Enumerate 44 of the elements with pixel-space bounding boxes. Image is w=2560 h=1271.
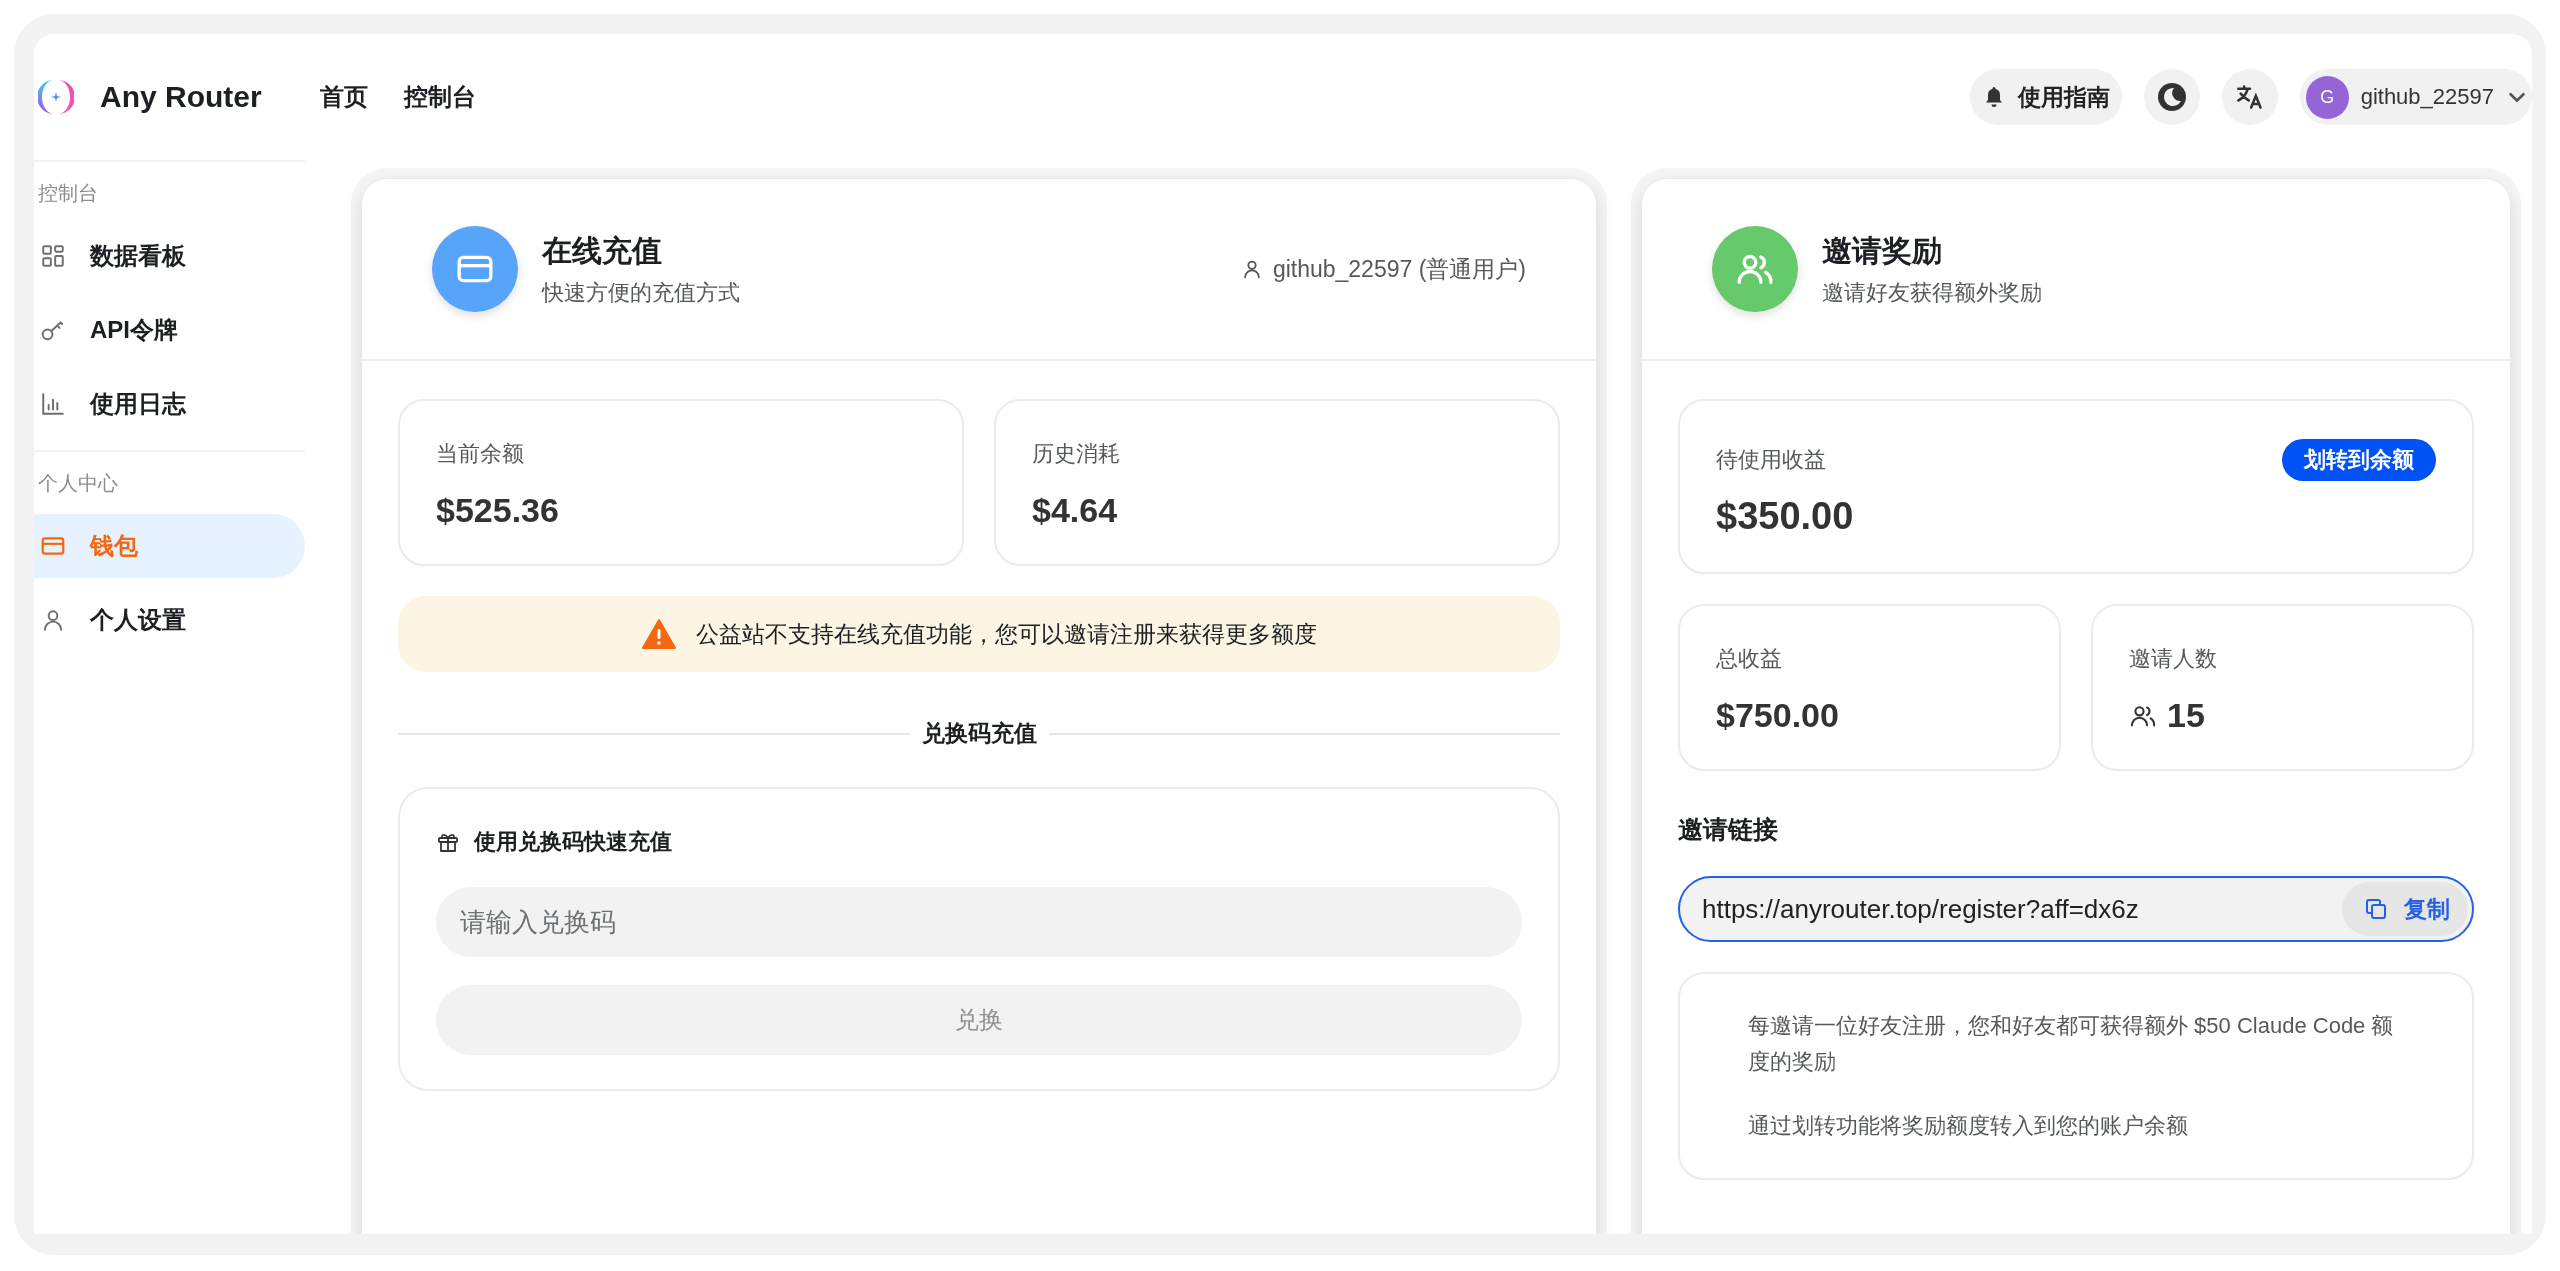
bar-chart-icon	[40, 391, 66, 417]
translate-icon	[2235, 83, 2264, 111]
nav-link[interactable]: 控制台	[403, 81, 476, 113]
grid-icon	[40, 243, 66, 269]
info-text: 通过划转功能将奖励额度转入到您的账户余额	[1748, 1112, 2189, 1140]
copy-icon	[2364, 897, 2388, 921]
stat-label: 邀请人数	[2129, 645, 2218, 673]
warning-icon	[641, 618, 676, 650]
card-title: 在线充值	[542, 232, 663, 269]
invite-link-field[interactable]: https://anyrouter.top/register?aff=dx6z 复制	[1678, 876, 2474, 942]
stat-label: 当前余额	[436, 440, 525, 468]
section-title: 邀请链接	[1678, 814, 1779, 845]
moon-icon	[2155, 81, 2188, 113]
stat-label: 总收益	[1716, 645, 1783, 673]
card-subtitle: 邀请好友获得额外奖励	[1822, 278, 2042, 307]
user-menu-button[interactable]: G github_22597	[2299, 69, 2532, 125]
stat-label: 历史消耗	[1032, 440, 1121, 468]
copy-button[interactable]: 复制	[2342, 882, 2468, 936]
stat-value: $4.64	[1032, 491, 1118, 530]
sidebar-item[interactable]: 数据看板	[34, 224, 305, 288]
avatar: G	[2305, 75, 2349, 119]
guide-button[interactable]: 使用指南	[1969, 69, 2122, 125]
sidebar-item[interactable]: 个人设置	[34, 588, 305, 652]
stat-value: 15	[2167, 696, 2205, 735]
section-divider-title: 兑换码充值	[920, 719, 1038, 748]
card-title: 邀请奖励	[1822, 232, 1943, 269]
redeem-heading: 使用兑换码快速充值	[474, 828, 672, 856]
user-label: github_22597 (普通用户)	[1272, 254, 1526, 284]
stat-value: $350.00	[1716, 495, 1854, 538]
stat-label: 待使用收益	[1716, 446, 1826, 474]
sidebar-section-title: 控制台	[37, 181, 99, 206]
sidebar-item[interactable]: 使用日志	[34, 372, 305, 436]
stat-value: $525.36	[436, 491, 559, 530]
sidebar-item[interactable]: API令牌	[34, 298, 305, 362]
card-subtitle: 快速方便的充值方式	[542, 278, 740, 307]
logo-icon[interactable]	[38, 79, 74, 115]
sidebar-section-title: 个人中心	[37, 471, 119, 496]
transfer-button[interactable]: 划转到余额	[2282, 439, 2436, 481]
nav-link[interactable]: 首页	[319, 81, 368, 113]
redeem-code-input[interactable]: 请输入兑换码	[436, 887, 1522, 957]
stat-value: $750.00	[1716, 696, 1839, 735]
brand-name[interactable]: Any Router	[100, 80, 262, 114]
info-text: 每邀请一位好友注册，您和好友都可获得额外 $50 Claude Code 额度的奖励	[1748, 1012, 2395, 1076]
notice-text: 公益站不支持在线充值功能，您可以邀请注册来获得更多额度	[695, 619, 1317, 649]
